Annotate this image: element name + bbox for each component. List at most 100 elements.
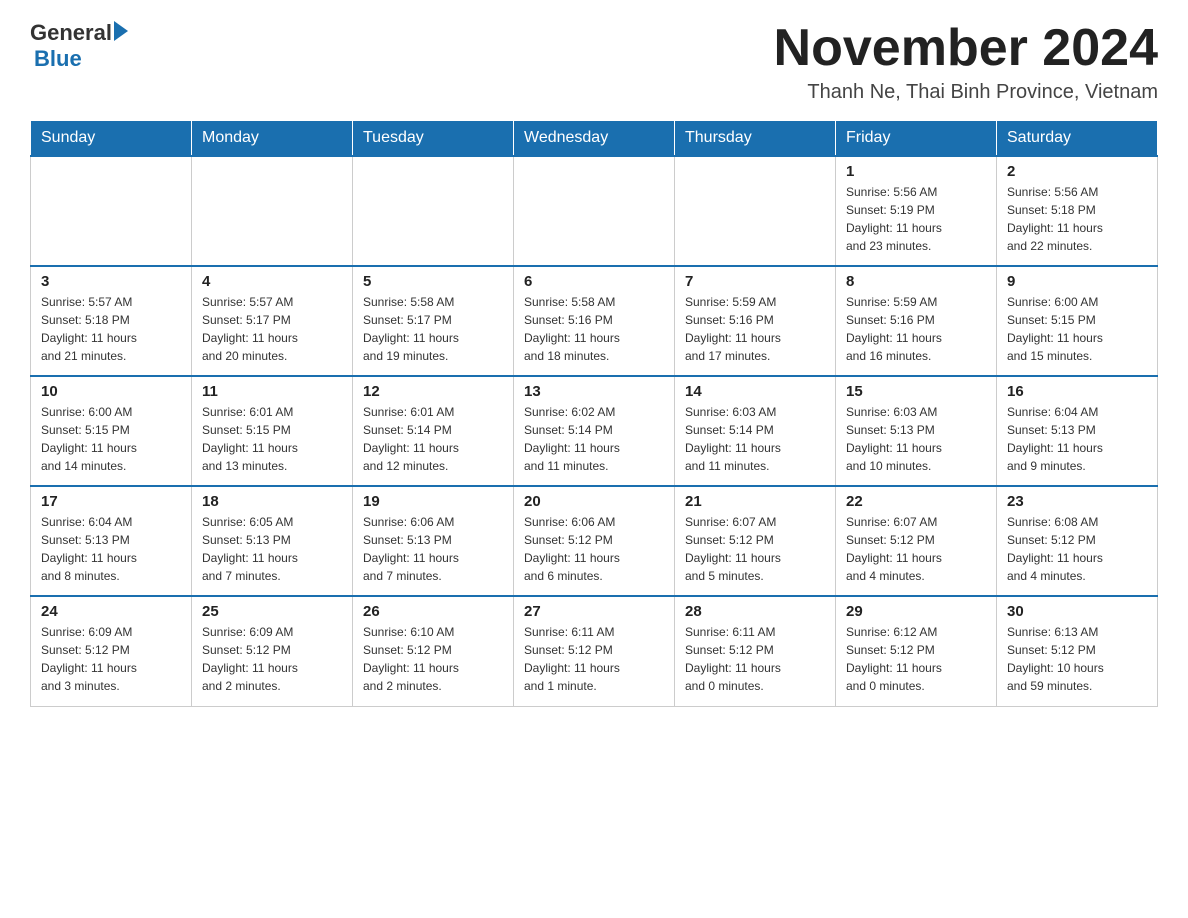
calendar-week-row: 17 Sunrise: 6:04 AM Sunset: 5:13 PM Dayli… [31, 486, 1158, 596]
day-info: Sunrise: 6:01 AM Sunset: 5:14 PM Dayligh… [363, 403, 503, 475]
calendar-cell: 16 Sunrise: 6:04 AM Sunset: 5:13 PM Dayli… [997, 376, 1158, 486]
day-info: Sunrise: 5:57 AM Sunset: 5:17 PM Dayligh… [202, 293, 342, 365]
day-info: Sunrise: 5:57 AM Sunset: 5:18 PM Dayligh… [41, 293, 181, 365]
day-number: 13 [524, 383, 664, 400]
calendar-cell: 20 Sunrise: 6:06 AM Sunset: 5:12 PM Dayli… [514, 486, 675, 596]
day-number: 19 [363, 493, 503, 510]
month-year-title: November 2024 [774, 20, 1158, 77]
calendar-cell [31, 156, 192, 266]
weekday-header-saturday: Saturday [997, 121, 1158, 157]
day-info: Sunrise: 5:58 AM Sunset: 5:17 PM Dayligh… [363, 293, 503, 365]
day-number: 24 [41, 603, 181, 620]
day-info: Sunrise: 6:11 AM Sunset: 5:12 PM Dayligh… [685, 623, 825, 695]
calendar-cell: 19Sunrise: 6:06 AM Sunset: 5:13 PM Dayli… [353, 486, 514, 596]
day-number: 6 [524, 273, 664, 290]
calendar-week-row: 1 Sunrise: 5:56 AM Sunset: 5:19 PM Daylig… [31, 156, 1158, 266]
day-number: 1 [846, 163, 986, 180]
calendar-cell: 27 Sunrise: 6:11 AM Sunset: 5:12 PM Dayli… [514, 596, 675, 706]
calendar-cell: 9 Sunrise: 6:00 AM Sunset: 5:15 PM Daylig… [997, 266, 1158, 376]
calendar-cell [353, 156, 514, 266]
logo-triangle-icon [114, 21, 128, 41]
day-number: 3 [41, 273, 181, 290]
day-number: 14 [685, 383, 825, 400]
day-info: Sunrise: 6:09 AM Sunset: 5:12 PM Dayligh… [41, 623, 181, 695]
calendar-cell: 15Sunrise: 6:03 AM Sunset: 5:13 PM Dayli… [836, 376, 997, 486]
weekday-header-sunday: Sunday [31, 121, 192, 157]
day-number: 17 [41, 493, 181, 510]
day-info: Sunrise: 5:59 AM Sunset: 5:16 PM Dayligh… [685, 293, 825, 365]
calendar-cell: 30 Sunrise: 6:13 AM Sunset: 5:12 PM Dayli… [997, 596, 1158, 706]
weekday-header-friday: Friday [836, 121, 997, 157]
calendar-week-row: 3 Sunrise: 5:57 AM Sunset: 5:18 PM Daylig… [31, 266, 1158, 376]
day-info: Sunrise: 5:59 AM Sunset: 5:16 PM Dayligh… [846, 293, 986, 365]
day-info: Sunrise: 6:02 AM Sunset: 5:14 PM Dayligh… [524, 403, 664, 475]
day-info: Sunrise: 6:12 AM Sunset: 5:12 PM Dayligh… [846, 623, 986, 695]
day-info: Sunrise: 6:05 AM Sunset: 5:13 PM Dayligh… [202, 513, 342, 585]
day-number: 28 [685, 603, 825, 620]
weekday-header-monday: Monday [192, 121, 353, 157]
location-subtitle: Thanh Ne, Thai Binh Province, Vietnam [774, 81, 1158, 104]
day-number: 29 [846, 603, 986, 620]
calendar-cell: 17 Sunrise: 6:04 AM Sunset: 5:13 PM Dayli… [31, 486, 192, 596]
logo: General Blue [30, 20, 128, 72]
day-info: Sunrise: 6:07 AM Sunset: 5:12 PM Dayligh… [846, 513, 986, 585]
calendar-cell: 25 Sunrise: 6:09 AM Sunset: 5:12 PM Dayli… [192, 596, 353, 706]
day-info: Sunrise: 5:56 AM Sunset: 5:19 PM Dayligh… [846, 183, 986, 255]
day-info: Sunrise: 6:00 AM Sunset: 5:15 PM Dayligh… [1007, 293, 1147, 365]
calendar-cell: 21 Sunrise: 6:07 AM Sunset: 5:12 PM Dayli… [675, 486, 836, 596]
calendar-cell: 7 Sunrise: 5:59 AM Sunset: 5:16 PM Daylig… [675, 266, 836, 376]
day-number: 25 [202, 603, 342, 620]
day-number: 10 [41, 383, 181, 400]
day-info: Sunrise: 6:11 AM Sunset: 5:12 PM Dayligh… [524, 623, 664, 695]
day-number: 12 [363, 383, 503, 400]
day-number: 16 [1007, 383, 1147, 400]
day-number: 9 [1007, 273, 1147, 290]
day-number: 27 [524, 603, 664, 620]
calendar-cell: 6 Sunrise: 5:58 AM Sunset: 5:16 PM Daylig… [514, 266, 675, 376]
day-info: Sunrise: 6:10 AM Sunset: 5:12 PM Dayligh… [363, 623, 503, 695]
weekday-header-tuesday: Tuesday [353, 121, 514, 157]
calendar-cell: 10Sunrise: 6:00 AM Sunset: 5:15 PM Dayli… [31, 376, 192, 486]
day-number: 7 [685, 273, 825, 290]
day-number: 4 [202, 273, 342, 290]
day-info: Sunrise: 6:03 AM Sunset: 5:14 PM Dayligh… [685, 403, 825, 475]
day-info: Sunrise: 6:03 AM Sunset: 5:13 PM Dayligh… [846, 403, 986, 475]
calendar-cell [514, 156, 675, 266]
day-info: Sunrise: 5:58 AM Sunset: 5:16 PM Dayligh… [524, 293, 664, 365]
day-number: 5 [363, 273, 503, 290]
calendar-cell: 18 Sunrise: 6:05 AM Sunset: 5:13 PM Dayli… [192, 486, 353, 596]
calendar-cell: 22 Sunrise: 6:07 AM Sunset: 5:12 PM Dayli… [836, 486, 997, 596]
day-number: 20 [524, 493, 664, 510]
calendar-table: SundayMondayTuesdayWednesdayThursdayFrid… [30, 120, 1158, 707]
day-info: Sunrise: 6:04 AM Sunset: 5:13 PM Dayligh… [41, 513, 181, 585]
day-number: 30 [1007, 603, 1147, 620]
calendar-cell: 1 Sunrise: 5:56 AM Sunset: 5:19 PM Daylig… [836, 156, 997, 266]
weekday-header-thursday: Thursday [675, 121, 836, 157]
day-number: 21 [685, 493, 825, 510]
weekday-header-row: SundayMondayTuesdayWednesdayThursdayFrid… [31, 121, 1158, 157]
day-number: 11 [202, 383, 342, 400]
day-info: Sunrise: 6:07 AM Sunset: 5:12 PM Dayligh… [685, 513, 825, 585]
calendar-cell: 2 Sunrise: 5:56 AM Sunset: 5:18 PM Daylig… [997, 156, 1158, 266]
calendar-week-row: 24 Sunrise: 6:09 AM Sunset: 5:12 PM Dayli… [31, 596, 1158, 706]
day-info: Sunrise: 5:56 AM Sunset: 5:18 PM Dayligh… [1007, 183, 1147, 255]
logo-general-text: General [30, 20, 112, 46]
calendar-week-row: 10Sunrise: 6:00 AM Sunset: 5:15 PM Dayli… [31, 376, 1158, 486]
calendar-cell [192, 156, 353, 266]
day-info: Sunrise: 6:13 AM Sunset: 5:12 PM Dayligh… [1007, 623, 1147, 695]
day-info: Sunrise: 6:06 AM Sunset: 5:12 PM Dayligh… [524, 513, 664, 585]
day-number: 22 [846, 493, 986, 510]
day-number: 23 [1007, 493, 1147, 510]
calendar-cell: 5 Sunrise: 5:58 AM Sunset: 5:17 PM Daylig… [353, 266, 514, 376]
day-info: Sunrise: 6:09 AM Sunset: 5:12 PM Dayligh… [202, 623, 342, 695]
day-info: Sunrise: 6:04 AM Sunset: 5:13 PM Dayligh… [1007, 403, 1147, 475]
calendar-cell: 8Sunrise: 5:59 AM Sunset: 5:16 PM Daylig… [836, 266, 997, 376]
logo-blue-text: Blue [34, 46, 82, 71]
calendar-cell: 13 Sunrise: 6:02 AM Sunset: 5:14 PM Dayli… [514, 376, 675, 486]
title-area: November 2024 Thanh Ne, Thai Binh Provin… [774, 20, 1158, 104]
day-number: 18 [202, 493, 342, 510]
calendar-cell: 4 Sunrise: 5:57 AM Sunset: 5:17 PM Daylig… [192, 266, 353, 376]
calendar-cell: 11Sunrise: 6:01 AM Sunset: 5:15 PM Dayli… [192, 376, 353, 486]
weekday-header-wednesday: Wednesday [514, 121, 675, 157]
day-number: 2 [1007, 163, 1147, 180]
